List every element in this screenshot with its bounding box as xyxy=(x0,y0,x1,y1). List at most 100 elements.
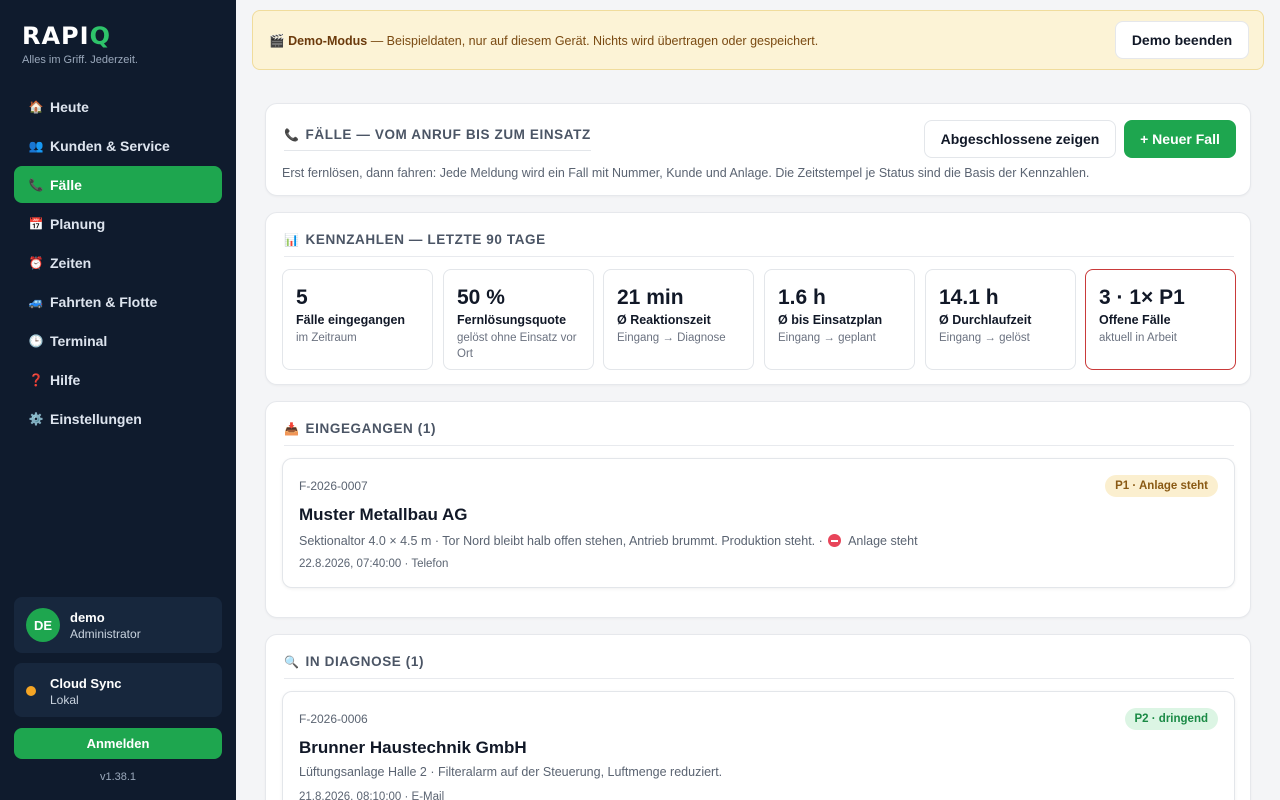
case-customer: Brunner Haustechnik GmbH xyxy=(299,738,527,757)
bar-chart-icon: 📊 xyxy=(284,233,300,247)
app-version: v1.38.1 xyxy=(99,771,137,783)
kpi-sublabel: gelöst ohne Einsatz vor Ort xyxy=(457,332,577,360)
kpi-sublabel: aktuell in Arbeit xyxy=(1099,332,1177,344)
cases-description: Erst fernlösen, dann fahren: Jede Meldun… xyxy=(282,166,1090,180)
kpi-value: 1.6 h xyxy=(778,286,826,309)
page-title: 📞 FÄLLE — VOM ANRUF BIS ZUM EINSATZ xyxy=(284,127,591,151)
gear-icon: ⚙️ xyxy=(28,411,44,426)
login-button[interactable]: Anmelden xyxy=(14,728,222,759)
kpi-value: 50 % xyxy=(457,286,505,309)
house-icon: 🏠 xyxy=(28,99,44,114)
kpi-value: 14.1 h xyxy=(939,286,999,309)
kpi-tile-time-to-plan: 1.6 h Ø bis Einsatzplan Eingang → geplan… xyxy=(764,269,915,370)
kpi-label: Ø bis Einsatzplan xyxy=(778,313,883,327)
kpi-tile-open-cases[interactable]: 3 · 1× P1 Offene Fälle aktuell in Arbeit xyxy=(1085,269,1236,370)
sidebar-item-label: Einstellungen xyxy=(50,410,142,427)
no-entry-icon xyxy=(828,534,842,547)
clock-icon: 🕒 xyxy=(28,333,44,348)
demo-banner: 🎬 Demo-Modus — Beispieldaten, nur auf di… xyxy=(252,10,1264,70)
show-closed-button[interactable]: Abgeschlossene zeigen xyxy=(924,120,1116,158)
sidebar-item-label: Zeiten xyxy=(50,254,92,271)
priority-badge: P2 · dringend xyxy=(1124,708,1218,730)
sidebar-item-label: Fahrten & Flotte xyxy=(50,293,158,310)
end-demo-button[interactable]: Demo beenden xyxy=(1115,21,1249,59)
section-received: 📥 EINGEGANGEN (1) F-2026-0007 P1 · Anlage… xyxy=(265,401,1251,618)
section-in-diagnosis: 🔍 IN DIAGNOSE (1) F-2026-0006 P2 · dringe… xyxy=(265,634,1251,800)
kpi-sublabel: im Zeitraum xyxy=(296,332,357,344)
demo-banner-title: Demo-Modus xyxy=(288,34,368,48)
kpi-card: 📊 KENNZAHLEN — LETZTE 90 TAGE 5 Fälle ein… xyxy=(265,212,1251,385)
kpi-sublabel: Eingang → Diagnose xyxy=(617,332,726,344)
sidebar-item-zeiten[interactable]: ⏰ Zeiten xyxy=(14,244,222,281)
kpi-section-title: 📊 KENNZAHLEN — LETZTE 90 TAGE xyxy=(284,232,546,247)
user-role: Administrator xyxy=(70,627,141,641)
priority-badge: P1 · Anlage steht xyxy=(1105,475,1218,497)
divider xyxy=(284,445,1234,446)
kpi-label: Ø Durchlaufzeit xyxy=(939,313,1032,327)
case-card[interactable]: F-2026-0006 P2 · dringend Brunner Hauste… xyxy=(282,691,1235,800)
case-status-text: Anlage steht xyxy=(848,534,918,548)
sidebar-item-label: Planung xyxy=(50,215,106,232)
question-icon: ❓ xyxy=(28,372,44,387)
demo-banner-text: 🎬 Demo-Modus — Beispieldaten, nur auf di… xyxy=(269,34,818,49)
sync-status-dot-icon xyxy=(26,686,36,696)
app-tagline: Alles im Griff. Jederzeit. xyxy=(22,54,138,66)
clapper-icon: 🎬 xyxy=(269,34,285,48)
people-icon: 👥 xyxy=(28,138,44,153)
kpi-tile-reaction-time: 21 min Ø Reaktionszeit Eingang → Diagnos… xyxy=(603,269,754,370)
sidebar-item-label: Fälle xyxy=(50,176,82,193)
sidebar-item-label: Hilfe xyxy=(50,371,81,388)
demo-banner-message: — Beispieldaten, nur auf diesem Gerät. N… xyxy=(367,34,819,48)
section-title: 🔍 IN DIAGNOSE (1) xyxy=(284,654,425,669)
divider xyxy=(284,678,1234,679)
sidebar-item-label: Terminal xyxy=(50,332,108,349)
magnifier-icon: 🔍 xyxy=(284,655,300,669)
calendar-icon: 📅 xyxy=(28,216,44,231)
kpi-label: Fälle eingegangen xyxy=(296,313,406,327)
case-description: Lüftungsanlage Halle 2 · Filteralarm auf… xyxy=(299,765,723,779)
phone-icon: 📞 xyxy=(28,177,44,192)
kpi-label: Offene Fälle xyxy=(1099,313,1171,327)
new-case-button[interactable]: + Neuer Fall xyxy=(1124,120,1236,158)
case-number: F-2026-0007 xyxy=(299,479,368,493)
sync-title: Cloud Sync xyxy=(50,676,122,691)
user-card[interactable]: DE demo Administrator xyxy=(14,597,222,653)
sidebar-item-label: Heute xyxy=(50,98,89,115)
inbox-icon: 📥 xyxy=(284,422,300,436)
sidebar-item-faelle[interactable]: 📞 Fälle xyxy=(14,166,222,203)
case-description: Sektionaltor 4.0 × 4.5 m · Tor Nord blei… xyxy=(299,534,918,548)
case-meta: 22.8.2026, 07:40:00 · Telefon xyxy=(299,558,449,570)
kpi-label: Fernlösungsquote xyxy=(457,313,567,327)
divider xyxy=(284,256,1234,257)
kpi-tile-remote-rate: 50 % Fernlösungsquote gelöst ohne Einsat… xyxy=(443,269,594,370)
case-number: F-2026-0006 xyxy=(299,712,368,726)
sidebar: RAPIQ Alles im Griff. Jederzeit. 🏠 Heute… xyxy=(0,0,236,800)
sidebar-item-einstellungen[interactable]: ⚙️ Einstellungen xyxy=(14,400,222,437)
kpi-value: 21 min xyxy=(617,286,684,309)
sidebar-item-terminal[interactable]: 🕒 Terminal xyxy=(14,322,222,359)
sidebar-item-fahrten-flotte[interactable]: 🚙 Fahrten & Flotte xyxy=(14,283,222,320)
sidebar-item-kunden-service[interactable]: 👥 Kunden & Service xyxy=(14,127,222,164)
sidebar-item-hilfe[interactable]: ❓ Hilfe xyxy=(14,361,222,398)
sidebar-item-heute[interactable]: 🏠 Heute xyxy=(14,88,222,125)
kpi-tile-throughput-time: 14.1 h Ø Durchlaufzeit Eingang → gelöst xyxy=(925,269,1076,370)
sidebar-nav: 🏠 Heute 👥 Kunden & Service 📞 Fälle 📅 Pla… xyxy=(14,88,222,439)
phone-icon: 📞 xyxy=(284,128,300,142)
kpi-sublabel: Eingang → geplant xyxy=(778,332,876,344)
car-icon: 🚙 xyxy=(28,294,44,309)
avatar: DE xyxy=(26,608,60,642)
case-customer: Muster Metallbau AG xyxy=(299,505,468,524)
kpi-value: 5 xyxy=(296,286,308,309)
kpi-sublabel: Eingang → gelöst xyxy=(939,332,1030,344)
case-card[interactable]: F-2026-0007 P1 · Anlage steht Muster Met… xyxy=(282,458,1235,588)
kpi-value: 3 · 1× P1 xyxy=(1099,286,1185,309)
sidebar-item-planung[interactable]: 📅 Planung xyxy=(14,205,222,242)
alarm-clock-icon: ⏰ xyxy=(28,255,44,270)
sidebar-item-label: Kunden & Service xyxy=(50,137,170,154)
section-title: 📥 EINGEGANGEN (1) xyxy=(284,421,437,436)
cases-header-card: 📞 FÄLLE — VOM ANRUF BIS ZUM EINSATZ Erst … xyxy=(265,103,1251,196)
app-logo[interactable]: RAPIQ xyxy=(22,22,111,50)
cloud-sync-card[interactable]: Cloud Sync Lokal xyxy=(14,663,222,717)
sync-status: Lokal xyxy=(50,693,79,707)
user-name: demo xyxy=(70,610,105,625)
